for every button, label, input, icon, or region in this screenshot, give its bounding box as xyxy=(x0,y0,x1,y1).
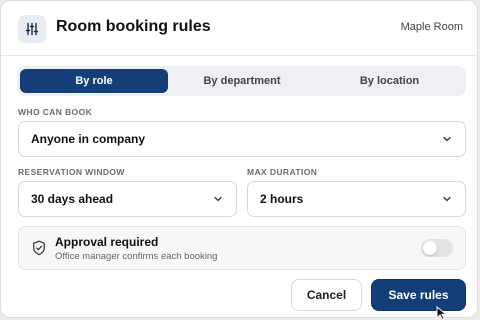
cancel-button[interactable]: Cancel xyxy=(291,279,362,311)
sliders-icon xyxy=(18,15,46,43)
tab-by-department[interactable]: By department xyxy=(168,69,316,93)
toggle-knob xyxy=(423,241,437,255)
booking-rules-dialog: Room booking rules Maple Room By role By… xyxy=(0,0,478,318)
tab-by-location[interactable]: By location xyxy=(316,69,463,93)
reservation-window-select[interactable]: 30 days ahead xyxy=(18,181,237,217)
approval-toggle[interactable] xyxy=(421,239,453,257)
dialog-header: Room booking rules Maple Room xyxy=(1,1,477,56)
who-can-book-select[interactable]: Anyone in company xyxy=(18,121,466,157)
max-duration-select[interactable]: 2 hours xyxy=(247,181,466,217)
chevron-down-icon xyxy=(441,193,453,205)
save-rules-button[interactable]: Save rules xyxy=(371,279,466,311)
shield-check-icon xyxy=(33,240,45,256)
max-duration-label: MAX DURATION xyxy=(247,167,318,177)
chevron-down-icon xyxy=(441,133,453,145)
approval-title: Approval required xyxy=(55,235,159,249)
rule-scope-tabs: By role By department By location xyxy=(17,66,466,96)
mouse-cursor-icon xyxy=(436,306,448,320)
tab-by-role[interactable]: By role xyxy=(20,69,168,93)
who-can-book-value: Anyone in company xyxy=(31,132,146,146)
max-duration-value: 2 hours xyxy=(260,192,304,206)
who-can-book-label: WHO CAN BOOK xyxy=(18,107,93,117)
approval-required-row: Approval required Office manager confirm… xyxy=(18,226,466,270)
dialog-title: Room booking rules xyxy=(56,18,211,35)
chevron-down-icon xyxy=(212,193,224,205)
reservation-window-label: RESERVATION WINDOW xyxy=(18,167,125,177)
room-name: Maple Room xyxy=(400,21,463,33)
reservation-window-value: 30 days ahead xyxy=(31,192,114,206)
approval-subtitle: Office manager confirms each booking xyxy=(55,251,218,262)
